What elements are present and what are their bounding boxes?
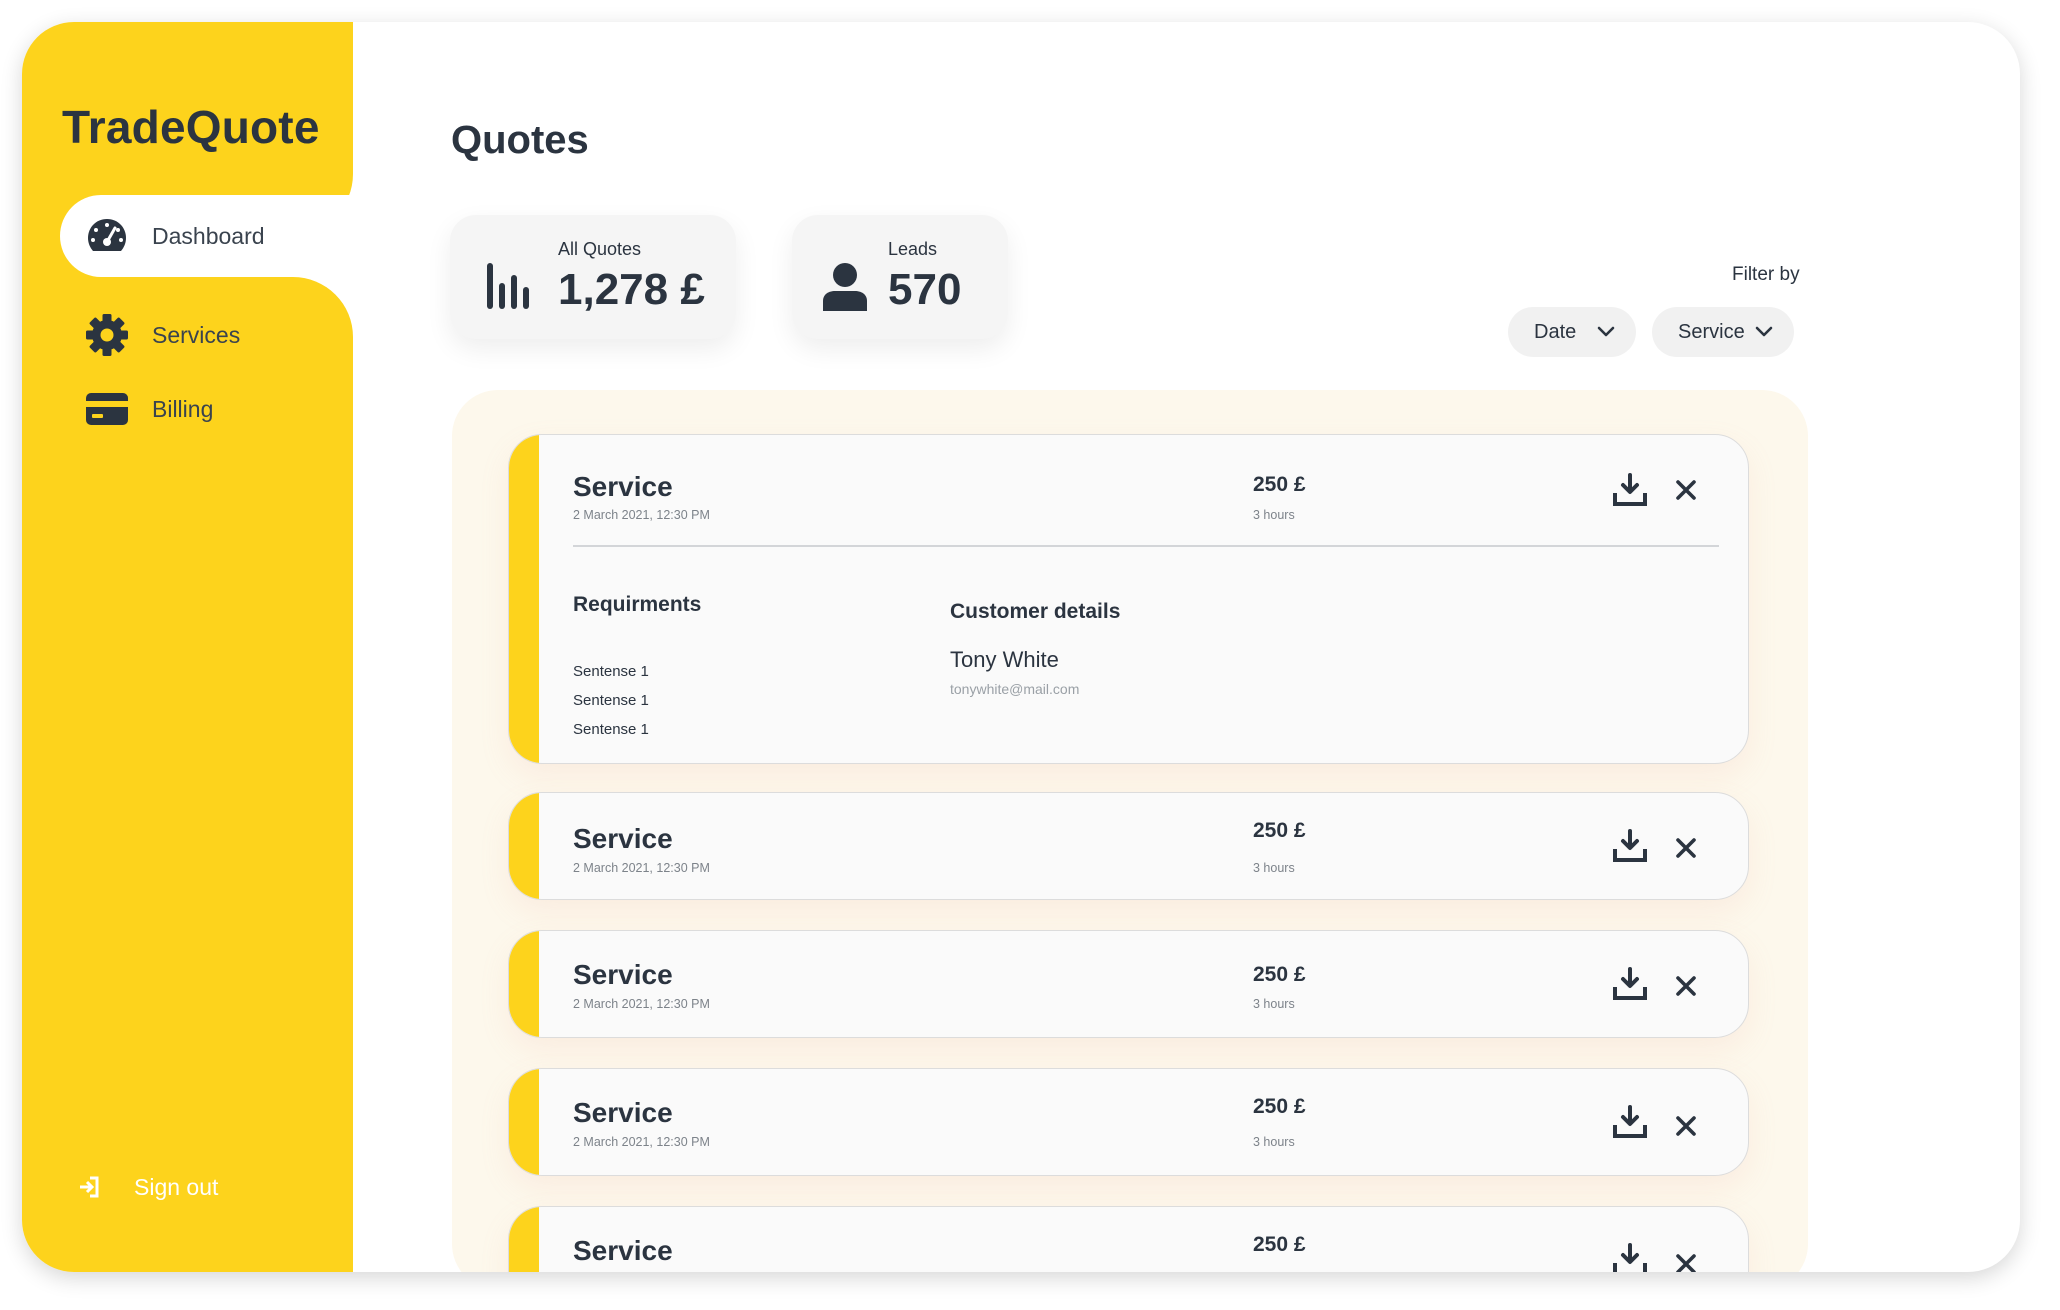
customer-details-heading: Customer details — [950, 600, 1121, 623]
quote-duration: 3 hours — [1253, 508, 1295, 522]
stat-label: Leads — [888, 239, 938, 259]
download-icon[interactable] — [1613, 967, 1647, 1001]
sign-out-label: Sign out — [134, 1173, 219, 1200]
app-window: TradeQuote Dashboard Services Billing Si… — [22, 22, 2020, 1272]
quote-card[interactable]: Service 2 March 2021, 12:30 PM 250 £ 3 h… — [508, 930, 1749, 1038]
quote-price: 250 £ — [1253, 1233, 1306, 1256]
filter-label: Filter by — [1732, 264, 1800, 285]
download-icon[interactable] — [1613, 473, 1647, 507]
quote-date: 2 March 2021, 12:30 PM — [573, 997, 710, 1011]
page-title: Quotes — [451, 118, 589, 162]
quote-service-title: Service — [573, 1097, 673, 1128]
quote-card[interactable]: Service 2 March 2021, 12:30 PM 250 £ 3 h… — [508, 1068, 1749, 1176]
sidebar-item-services[interactable]: Services — [84, 310, 240, 360]
quote-price: 250 £ — [1253, 819, 1306, 842]
card-accent-stripe — [509, 1069, 539, 1175]
sidebar-curve-bottom — [293, 277, 353, 337]
download-icon[interactable] — [1613, 1243, 1647, 1272]
stat-card-all-quotes: All Quotes 1,278 £ — [450, 215, 736, 339]
quote-date: 2 March 2021, 12:30 PM — [573, 508, 710, 522]
stat-card-leads: Leads 570 — [792, 215, 1008, 339]
card-divider — [573, 545, 1719, 547]
requirement-item: Sentense 1 — [573, 692, 649, 709]
gear-icon — [84, 312, 130, 358]
customer-name: Tony White — [950, 647, 1059, 672]
sign-out-icon — [78, 1172, 108, 1202]
requirement-item: Sentense 1 — [573, 663, 649, 680]
close-icon[interactable] — [1675, 837, 1699, 861]
quote-price: 250 £ — [1253, 963, 1306, 986]
filter-date-label: Date — [1534, 320, 1577, 343]
chevron-down-icon — [1596, 321, 1616, 347]
quote-service-title: Service — [573, 959, 673, 990]
quote-card[interactable]: Service 250 £ — [508, 1206, 1749, 1272]
close-icon[interactable] — [1675, 1253, 1699, 1272]
download-icon[interactable] — [1613, 1105, 1647, 1139]
close-icon[interactable] — [1675, 479, 1699, 503]
card-accent-stripe — [509, 1207, 539, 1272]
close-icon[interactable] — [1675, 1115, 1699, 1139]
sidebar-item-label: Dashboard — [152, 222, 265, 249]
chevron-down-icon — [1754, 321, 1774, 347]
requirement-item: Sentense 1 — [573, 721, 649, 738]
stat-value: 570 — [888, 265, 962, 314]
quote-duration: 3 hours — [1253, 861, 1295, 875]
quote-card[interactable]: Service 2 March 2021, 12:30 PM 250 £ 3 h… — [508, 792, 1749, 900]
sidebar-item-billing[interactable]: Billing — [84, 384, 213, 434]
close-icon[interactable] — [1675, 975, 1699, 999]
download-icon[interactable] — [1613, 829, 1647, 863]
quote-price: 250 £ — [1253, 1095, 1306, 1118]
card-accent-stripe — [509, 435, 539, 763]
customer-email: tonywhite@mail.com — [950, 681, 1080, 697]
stat-value: 1,278 £ — [558, 265, 705, 314]
sidebar-item-dashboard[interactable]: Dashboard — [84, 211, 265, 261]
sidebar-item-label: Billing — [152, 395, 214, 422]
card-accent-stripe — [509, 931, 539, 1037]
person-icon — [823, 263, 867, 316]
sidebar-item-label: Services — [152, 321, 241, 348]
stat-label: All Quotes — [558, 239, 642, 259]
bar-chart-icon — [486, 263, 530, 314]
card-accent-stripe — [509, 793, 539, 899]
filter-service-label: Service — [1678, 320, 1745, 343]
quote-service-title: Service — [573, 823, 673, 854]
filter-service-dropdown[interactable]: Service — [1652, 307, 1794, 357]
app-logo: TradeQuote — [62, 101, 320, 153]
quote-service-title: Service — [573, 1235, 673, 1266]
quote-duration: 3 hours — [1253, 997, 1295, 1011]
credit-card-icon — [84, 386, 130, 432]
quote-card-expanded[interactable]: Service 2 March 2021, 12:30 PM 250 £ 3 h… — [508, 434, 1749, 764]
requirements-heading: Requirments — [573, 593, 702, 616]
quote-service-title: Service — [573, 471, 673, 502]
quote-date: 2 March 2021, 12:30 PM — [573, 861, 710, 875]
quote-date: 2 March 2021, 12:30 PM — [573, 1135, 710, 1149]
speedometer-icon — [84, 213, 130, 259]
filter-date-dropdown[interactable]: Date — [1508, 307, 1636, 357]
sign-out-button[interactable]: Sign out — [78, 1172, 218, 1202]
quote-duration: 3 hours — [1253, 1135, 1295, 1149]
quote-price: 250 £ — [1253, 473, 1306, 496]
